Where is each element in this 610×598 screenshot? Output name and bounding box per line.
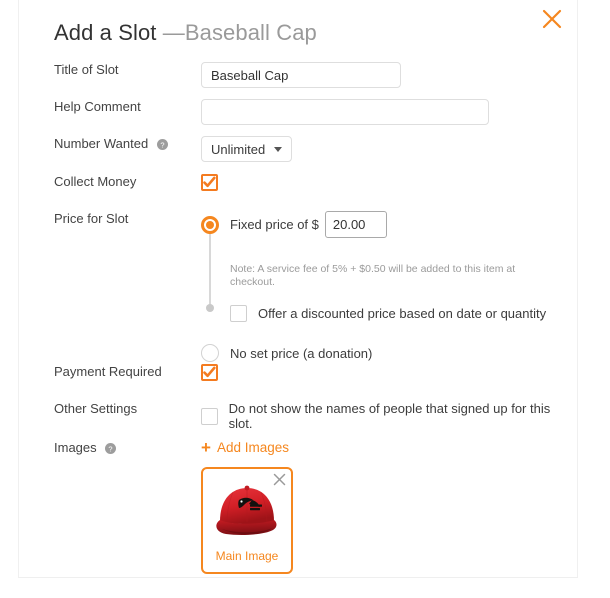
hide-names-checkbox[interactable] (201, 407, 218, 425)
label-number-wanted-text: Number Wanted (54, 136, 149, 151)
add-images-button[interactable]: + Add Images (201, 439, 289, 456)
discount-checkbox[interactable] (230, 305, 247, 322)
label-number-wanted: Number Wanted ? (54, 136, 194, 152)
help-icon[interactable]: ? (105, 442, 117, 455)
help-icon[interactable]: ? (156, 138, 168, 151)
page-title-main: Add a Slot (54, 20, 163, 45)
label-images-text: Images (54, 440, 97, 455)
page-title: Add a Slot —Baseball Cap (54, 20, 317, 46)
fixed-price-label: Fixed price of $ (230, 217, 319, 232)
svg-text:?: ? (109, 444, 113, 453)
label-images: Images ? (54, 440, 194, 456)
price-option-connector-dot (206, 304, 214, 312)
discount-option[interactable]: Offer a discounted price based on date o… (230, 305, 561, 322)
close-icon[interactable] (539, 6, 565, 32)
number-wanted-value: Unlimited (211, 141, 266, 157)
collect-money-checkbox[interactable] (201, 174, 218, 192)
service-fee-note: Note: A service fee of 5% + $0.50 will b… (230, 263, 516, 288)
main-image-caption: Main Image (215, 549, 279, 563)
svg-text:?: ? (160, 140, 164, 149)
add-images-label: Add Images (216, 440, 289, 455)
label-help-comment: Help Comment (54, 99, 141, 114)
label-payment-required: Payment Required (54, 364, 162, 379)
no-set-price-option[interactable]: No set price (a donation) (201, 344, 561, 362)
image-card[interactable]: Main Image (201, 467, 293, 574)
plus-icon: + (201, 438, 211, 457)
fixed-price-input[interactable] (324, 211, 387, 238)
no-set-price-label: No set price (a donation) (230, 345, 373, 361)
number-wanted-select[interactable]: Unlimited (201, 136, 293, 162)
label-other-settings: Other Settings (54, 401, 138, 416)
help-comment-input[interactable] (201, 99, 489, 125)
payment-required-checkbox[interactable] (201, 364, 218, 382)
fixed-price-radio[interactable] (201, 215, 219, 234)
row-price-for-slot: Price for Slot Fixed price of $ Note: A … (54, 211, 569, 362)
page-title-product: —Baseball Cap (162, 20, 317, 45)
chevron-down-icon (274, 146, 283, 152)
hide-names-option[interactable]: Do not show the names of people that sig… (201, 401, 569, 431)
hide-names-label: Do not show the names of people that sig… (228, 401, 551, 431)
label-price-for-slot: Price for Slot (54, 211, 129, 226)
price-option-connector (209, 233, 211, 307)
no-set-price-radio[interactable] (201, 344, 219, 362)
remove-image-icon[interactable] (272, 472, 287, 487)
fixed-price-option[interactable]: Fixed price of $ (201, 211, 561, 238)
discount-label: Offer a discounted price based on date o… (258, 306, 547, 321)
row-images: Images ? + Add Images Main Image (54, 439, 569, 574)
label-collect-money: Collect Money (54, 174, 137, 189)
title-of-slot-input[interactable] (201, 62, 401, 88)
label-title-of-slot: Title of Slot (54, 62, 119, 77)
add-slot-dialog: Add a Slot —Baseball Cap Title of Slot H… (18, 0, 578, 578)
